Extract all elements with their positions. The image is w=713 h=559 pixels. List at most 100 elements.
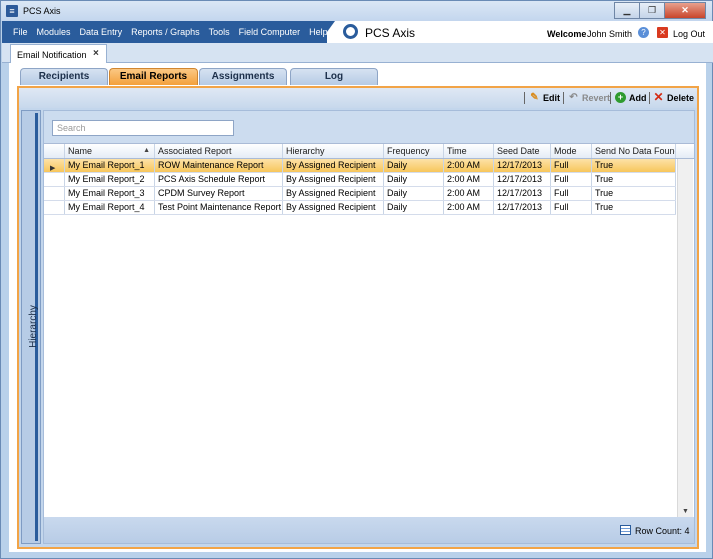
hierarchy-panel-label: Hierarchy bbox=[27, 305, 39, 348]
delete-icon: ✕ bbox=[653, 90, 664, 104]
column-header-send-no-data-found[interactable]: Send No Data Found bbox=[592, 144, 676, 158]
row-count-value: 4 bbox=[684, 526, 690, 536]
table-row[interactable]: My Email Report_3 CPDM Survey Report By … bbox=[44, 187, 676, 201]
tab-email-reports[interactable]: Email Reports bbox=[109, 68, 198, 85]
menu-modules[interactable]: Modules bbox=[37, 27, 71, 37]
menu-tools[interactable]: Tools bbox=[209, 27, 230, 37]
revert-button[interactable]: ↶ Revert bbox=[568, 92, 610, 103]
close-tab-icon[interactable]: × bbox=[93, 48, 99, 59]
cell-seed-date: 12/17/2013 bbox=[494, 201, 551, 214]
menu-field-computer[interactable]: Field Computer bbox=[239, 27, 301, 37]
cell-mode: Full bbox=[551, 173, 592, 186]
cell-hierarchy: By Assigned Recipient bbox=[283, 159, 384, 172]
tab-email-notification[interactable]: Email Notification × bbox=[10, 44, 107, 63]
cell-frequency: Daily bbox=[384, 201, 444, 214]
cell-frequency: Daily bbox=[384, 173, 444, 186]
revert-button-label: Revert bbox=[582, 92, 611, 103]
cell-time: 2:00 AM bbox=[444, 187, 494, 200]
cell-hierarchy: By Assigned Recipient bbox=[283, 187, 384, 200]
toolbar-separator bbox=[610, 92, 611, 104]
table-row[interactable]: ▶ My Email Report_1 ROW Maintenance Repo… bbox=[44, 159, 676, 173]
add-icon: + bbox=[615, 92, 626, 103]
maximize-icon[interactable]: ❐ bbox=[639, 2, 665, 19]
welcome-label: Welcome bbox=[547, 29, 587, 39]
column-header-associated-report[interactable]: Associated Report bbox=[155, 144, 283, 158]
title-bar[interactable]: ≡ PCS Axis ▁ ❐ ✕ bbox=[1, 1, 712, 21]
column-header-name[interactable]: Name ▲ bbox=[65, 144, 155, 158]
cell-send-no-data-found: True bbox=[592, 159, 676, 172]
cell-associated-report: PCS Axis Schedule Report bbox=[155, 173, 283, 186]
cell-send-no-data-found: True bbox=[592, 173, 676, 186]
tab-recipients[interactable]: Recipients bbox=[20, 68, 108, 85]
cell-mode: Full bbox=[551, 159, 592, 172]
row-indicator bbox=[44, 173, 65, 186]
toolbar-separator bbox=[524, 92, 525, 104]
cell-associated-report: ROW Maintenance Report bbox=[155, 159, 283, 172]
row-indicator bbox=[44, 201, 65, 214]
cell-hierarchy: By Assigned Recipient bbox=[283, 201, 384, 214]
pcs-axis-app-icon: ≡ bbox=[6, 5, 18, 17]
email-reports-panel: ✎ Edit ↶ Revert + Add ✕ Delete Hierarchy… bbox=[17, 86, 699, 549]
cell-name: My Email Report_3 bbox=[65, 187, 155, 200]
cell-frequency: Daily bbox=[384, 159, 444, 172]
column-header-mode[interactable]: Mode bbox=[551, 144, 592, 158]
close-icon[interactable]: ✕ bbox=[664, 2, 706, 19]
edit-button-label: Edit bbox=[543, 92, 560, 103]
sort-ascending-icon: ▲ bbox=[143, 147, 150, 154]
menu-reports-graphs[interactable]: Reports / Graphs bbox=[131, 27, 200, 37]
add-button[interactable]: + Add bbox=[615, 92, 647, 103]
brand-name: PCS Axis bbox=[365, 26, 416, 40]
column-header-hierarchy[interactable]: Hierarchy bbox=[283, 144, 384, 158]
toolbar-separator bbox=[649, 92, 650, 104]
row-count: Row Count: 4 bbox=[635, 526, 690, 536]
cell-seed-date: 12/17/2013 bbox=[494, 187, 551, 200]
cell-seed-date: 12/17/2013 bbox=[494, 173, 551, 186]
row-indicator-header bbox=[44, 144, 65, 158]
cell-associated-report: Test Point Maintenance Report bbox=[155, 201, 283, 214]
cell-associated-report: CPDM Survey Report bbox=[155, 187, 283, 200]
table-row[interactable]: My Email Report_2 PCS Axis Schedule Repo… bbox=[44, 173, 676, 187]
row-indicator: ▶ bbox=[44, 159, 65, 172]
grid-icon bbox=[620, 525, 631, 535]
grid-status-bar: Row Count: 4 bbox=[44, 517, 694, 543]
cell-mode: Full bbox=[551, 201, 592, 214]
menu-data-entry[interactable]: Data Entry bbox=[80, 27, 123, 37]
column-header-time[interactable]: Time bbox=[444, 144, 494, 158]
edit-button[interactable]: ✎ Edit bbox=[529, 92, 560, 103]
minimize-icon[interactable]: ▁ bbox=[614, 2, 640, 19]
table-row[interactable]: My Email Report_4 Test Point Maintenance… bbox=[44, 201, 676, 215]
cell-name: My Email Report_2 bbox=[65, 173, 155, 186]
logout-icon[interactable]: ✕ bbox=[657, 27, 668, 38]
logout-link[interactable]: Log Out bbox=[673, 29, 705, 39]
delete-button[interactable]: ✕ Delete bbox=[653, 90, 695, 104]
search-input[interactable]: Search bbox=[52, 120, 234, 136]
scroll-down-icon[interactable]: ▼ bbox=[682, 508, 689, 515]
vertical-scrollbar[interactable]: ▼ bbox=[677, 159, 693, 517]
cell-time: 2:00 AM bbox=[444, 201, 494, 214]
tab-log[interactable]: Log bbox=[290, 68, 378, 85]
toolbar: ✎ Edit ↶ Revert + Add ✕ Delete bbox=[19, 88, 697, 108]
menu-help[interactable]: Help bbox=[309, 27, 328, 37]
column-header-label: Name bbox=[68, 146, 93, 156]
cell-send-no-data-found: True bbox=[592, 201, 676, 214]
hierarchy-side-panel[interactable]: Hierarchy bbox=[21, 110, 41, 544]
cell-frequency: Daily bbox=[384, 187, 444, 200]
menu-bar: File Modules Data Entry Reports / Graphs… bbox=[2, 21, 713, 43]
window-title: PCS Axis bbox=[23, 6, 61, 16]
user-name: John Smith bbox=[587, 29, 633, 39]
menu-file[interactable]: File bbox=[13, 27, 28, 37]
column-header-frequency[interactable]: Frequency bbox=[384, 144, 444, 158]
cell-hierarchy: By Assigned Recipient bbox=[283, 173, 384, 186]
cell-time: 2:00 AM bbox=[444, 159, 494, 172]
tab-assignments[interactable]: Assignments bbox=[199, 68, 287, 85]
window-controls: ▁ ❐ ✕ bbox=[614, 2, 706, 19]
cell-name: My Email Report_4 bbox=[65, 201, 155, 214]
delete-button-label: Delete bbox=[667, 92, 695, 103]
grid-area: Search Name ▲ Associated Report Hierarch… bbox=[43, 110, 695, 544]
cell-mode: Full bbox=[551, 187, 592, 200]
toolbar-separator bbox=[563, 92, 564, 104]
help-icon[interactable]: ? bbox=[638, 27, 649, 38]
column-header-seed-date[interactable]: Seed Date bbox=[494, 144, 551, 158]
row-indicator bbox=[44, 187, 65, 200]
undo-icon: ↶ bbox=[569, 92, 578, 103]
